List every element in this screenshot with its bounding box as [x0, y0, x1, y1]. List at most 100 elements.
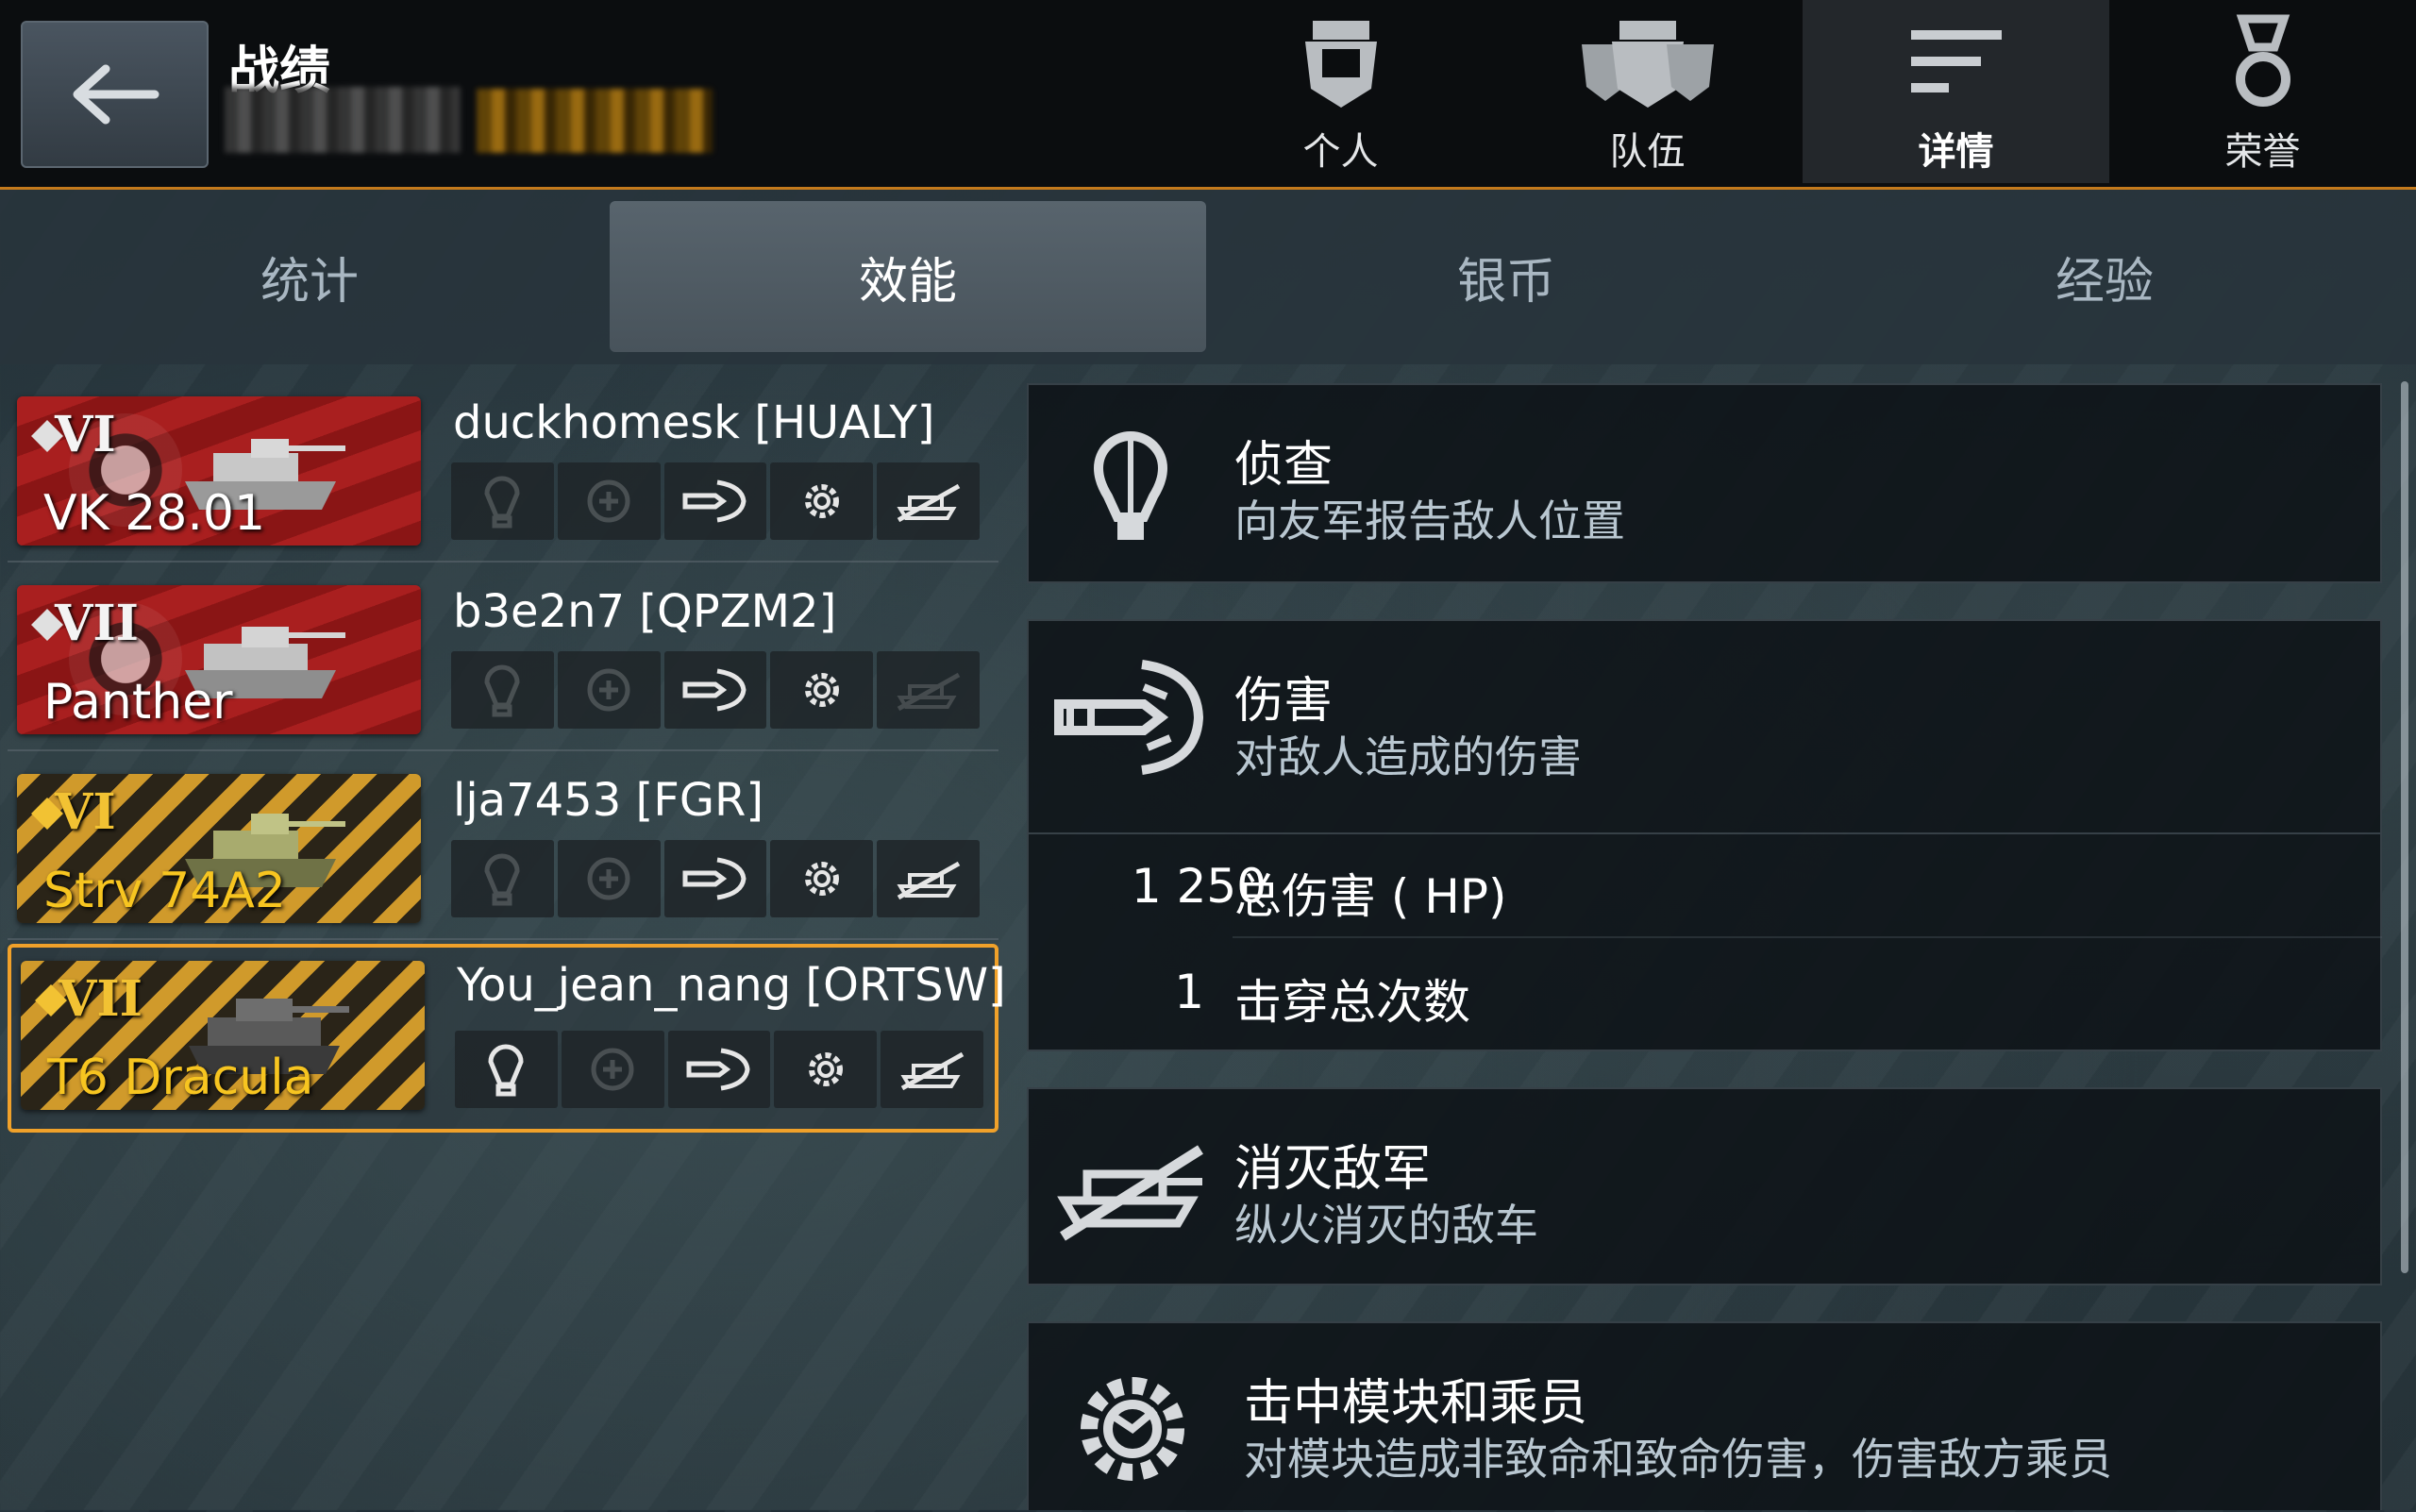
back-button[interactable] [21, 21, 209, 168]
medal-slot[interactable] [877, 840, 980, 917]
medal-slot[interactable] [557, 840, 661, 917]
tier-label: VII [55, 595, 139, 652]
player-name: lja7453 [FGR] [453, 774, 764, 827]
spotting-panel: 侦查 向友军报告敌人位置 [1027, 383, 2382, 583]
destroyed-tank-icon [1057, 1145, 1203, 1241]
panel-subtitle: 对敌人造成的伤害 [1234, 731, 1582, 782]
subtab-experience[interactable]: 经验 [1806, 201, 2403, 352]
tab-personal[interactable]: 个人 [1187, 0, 1494, 183]
assist-icon [587, 668, 630, 712]
gear-icon [1081, 1377, 1184, 1481]
vehicle-card: VI VK 28.01 [17, 396, 421, 546]
vehicle-row[interactable]: VII Panther b3e2n7 [QPZM2] [8, 574, 998, 751]
achievement-bar [451, 840, 980, 917]
damage-icon [682, 857, 747, 900]
medal-icon [2235, 14, 2290, 107]
panel-header: 侦查 向友军报告敌人位置 [1029, 385, 2380, 574]
panel-title: 击中模块和乘员 [1244, 1375, 1588, 1432]
medal-slot[interactable] [770, 462, 874, 540]
scrollbar[interactable] [2401, 381, 2408, 1273]
damage-icon [1054, 660, 1204, 775]
vehicle-name: Panther [43, 674, 233, 731]
gear-icon [804, 862, 839, 896]
details-icon [1910, 30, 2002, 92]
medal-slot[interactable] [877, 462, 980, 540]
medal-slot[interactable] [877, 651, 980, 729]
vehicle-card: VII T6 Dracula [21, 961, 425, 1110]
panel-subtitle: 向友军报告敌人位置 [1234, 496, 1625, 546]
player-name: duckhomesk [HUALY] [453, 396, 935, 449]
achievement-bar [455, 1031, 983, 1108]
stat-row-penetrations: 1 击穿总次数 [1174, 936, 2382, 1042]
medal-slot[interactable] [557, 651, 661, 729]
subtab-statistics[interactable]: 统计 [11, 201, 608, 352]
medal-slot[interactable] [774, 1031, 878, 1108]
assist-icon [587, 479, 630, 523]
medal-slot[interactable] [451, 840, 554, 917]
vehicle-row[interactable]: VI VK 28.01 duckhomesk [HUALY] [8, 385, 998, 563]
destroyed-tank-icon [900, 1051, 964, 1091]
destroyed-tank-icon [897, 672, 960, 712]
medal-slot[interactable] [663, 840, 767, 917]
medal-slot[interactable] [663, 462, 767, 540]
vehicle-name: Strv 74A2 [43, 863, 286, 919]
gear-icon [804, 484, 839, 518]
player-name: You_jean_nang [ORTSW] [457, 959, 1006, 1012]
panel-title: 消灭敌军 [1234, 1141, 1432, 1198]
tab-team[interactable]: 队伍 [1494, 0, 1801, 183]
tier-label: VII [59, 970, 143, 1028]
medal-slot[interactable] [770, 840, 874, 917]
tab-details[interactable]: 详情 [1803, 0, 2109, 183]
vehicle-card: VII Panther [17, 585, 421, 734]
player-name-redacted [225, 87, 461, 153]
vehicle-row[interactable]: VI Strv 74A2 lja7453 [FGR] [8, 763, 998, 940]
soldier-icon [1304, 21, 1377, 108]
tab-honors[interactable]: 荣誉 [2109, 0, 2416, 183]
medal-slot[interactable] [561, 1031, 664, 1108]
spotting-icon [484, 853, 520, 906]
vehicle-name: T6 Dracula [47, 1050, 314, 1106]
top-bar: 战绩 个人 队伍 详情 荣誉 [0, 0, 2416, 190]
panel-header: 伤害 对敌人造成的伤害 [1029, 621, 2380, 810]
team-icon [1581, 21, 1714, 108]
destroyed-tank-icon [897, 483, 960, 523]
panel-subtitle: 纵火消灭的敌车 [1234, 1200, 1538, 1251]
kills-panel: 消灭敌军 纵火消灭的敌车 [1027, 1087, 2382, 1285]
medal-slot[interactable] [667, 1031, 771, 1108]
assist-icon [591, 1048, 634, 1091]
achievement-bar [451, 651, 980, 729]
assist-icon [587, 857, 630, 900]
spotting-icon [1093, 431, 1168, 540]
achievement-bar [451, 462, 980, 540]
vehicle-name: VK 28.01 [43, 485, 266, 542]
medal-slot[interactable] [451, 462, 554, 540]
panel-subtitle: 对模块造成非致命和致命伤害，伤害敌方乘员 [1244, 1434, 2112, 1485]
medal-slot[interactable] [881, 1031, 983, 1108]
medal-slot[interactable] [451, 651, 554, 729]
subtab-efficiency[interactable]: 效能 [610, 201, 1206, 352]
clan-tag-redacted [477, 89, 713, 153]
panel-header: 击中模块和乘员 对模块造成非致命和致命伤害，伤害敌方乘员 [1029, 1323, 2380, 1512]
gear-icon [804, 673, 839, 707]
sub-tab-bar: 统计 效能 银币 经验 [0, 190, 2416, 364]
damage-icon [686, 1048, 750, 1091]
damage-icon [682, 668, 747, 712]
critical-hits-panel: 击中模块和乘员 对模块造成非致命和致命伤害，伤害敌方乘员 [1027, 1321, 2382, 1510]
vehicle-row-selected[interactable]: VII T6 Dracula You_jean_nang [ORTSW] [8, 944, 1006, 1133]
subtab-silver[interactable]: 银币 [1208, 201, 1804, 352]
arrow-left-icon [73, 64, 159, 125]
spotting-icon [488, 1044, 524, 1097]
spotting-icon [484, 476, 520, 529]
damage-icon [682, 479, 747, 523]
gear-icon [808, 1052, 843, 1086]
medal-slot[interactable] [770, 651, 874, 729]
stat-label: 总伤害 ( HP) [1234, 869, 1507, 924]
panel-title: 侦查 [1234, 437, 1334, 494]
damage-panel: 伤害 对敌人造成的伤害 1 250 总伤害 ( HP) 1 击穿总次数 [1027, 619, 2382, 1051]
medal-slot[interactable] [455, 1031, 558, 1108]
tier-label: VI [55, 783, 116, 841]
spotting-icon [484, 664, 520, 717]
vehicle-card: VI Strv 74A2 [17, 774, 421, 923]
medal-slot[interactable] [663, 651, 767, 729]
medal-slot[interactable] [557, 462, 661, 540]
